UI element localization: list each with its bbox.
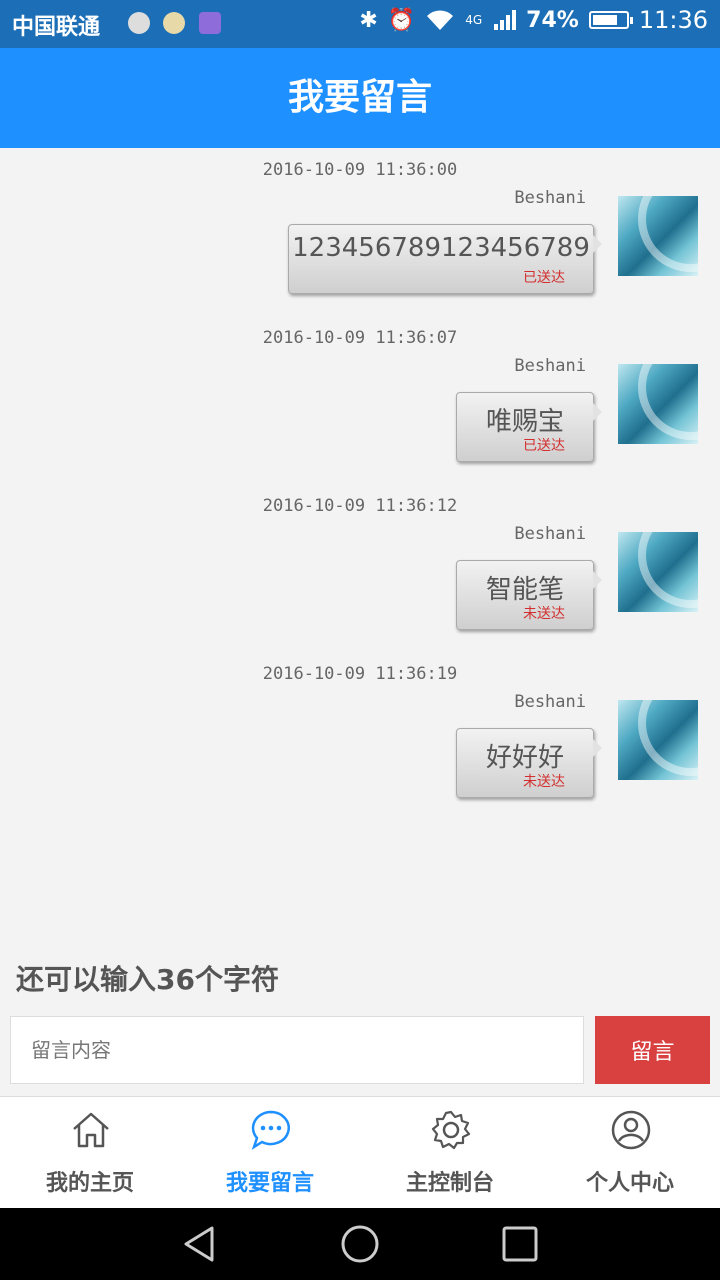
- remaining-characters: 还可以输入36个字符: [16, 963, 279, 996]
- network-type: 4G: [465, 13, 483, 27]
- tab-label: 我的主页: [45, 1171, 134, 1196]
- message-input[interactable]: [10, 1016, 584, 1084]
- tab-message[interactable]: 我要留言: [180, 1097, 360, 1209]
- avatar[interactable]: [618, 364, 698, 444]
- battery-icon: [588, 11, 633, 29]
- system-nav-bar: [0, 1208, 720, 1280]
- message-item: 2016-10-09 11:36:19 Beshani 好好好 未送达: [0, 652, 720, 820]
- delivery-status: 已送达: [523, 270, 565, 286]
- message-bubble[interactable]: 好好好 未送达: [456, 728, 602, 798]
- message-time: 2016-10-09 11:36:07: [262, 328, 458, 348]
- gallery-notification-icon: [199, 12, 221, 34]
- message-user: Beshani: [514, 356, 586, 376]
- home-icon: [73, 1112, 109, 1148]
- message-time: 2016-10-09 11:36:19: [262, 664, 458, 684]
- battery-percent: 74%: [526, 7, 579, 33]
- message-text: 智能笔: [485, 575, 564, 605]
- tab-label: 个人中心: [585, 1171, 674, 1196]
- message-bubble[interactable]: 唯赐宝 已送达: [456, 392, 602, 462]
- tab-home[interactable]: 我的主页: [0, 1097, 180, 1209]
- send-message-button[interactable]: 留言: [595, 1016, 710, 1084]
- message-text: 好好好: [485, 743, 564, 773]
- user-icon: [611, 1110, 651, 1150]
- qq-notification-icon: [128, 12, 150, 34]
- carrier-name: 中国联通: [12, 15, 101, 40]
- bottom-tab-bar: 我的主页 我要留言 主控制台 个人中心: [0, 1096, 720, 1209]
- gear-icon: [431, 1110, 471, 1150]
- message-item: 2016-10-09 11:36:00 Beshani 123456789123…: [0, 148, 720, 316]
- tab-profile[interactable]: 个人中心: [540, 1097, 720, 1209]
- tab-label: 我要留言: [225, 1171, 314, 1196]
- delivery-status: 已送达: [523, 438, 565, 454]
- wifi-icon: [427, 10, 454, 30]
- message-text: 123456789123456789: [292, 233, 590, 263]
- message-list[interactable]: 2016-10-09 11:36:00 Beshani 123456789123…: [0, 148, 720, 948]
- page-title: 我要留言: [0, 48, 720, 148]
- message-user: Beshani: [514, 188, 586, 208]
- message-bubble[interactable]: 智能笔 未送达: [456, 560, 602, 630]
- avatar[interactable]: [618, 700, 698, 780]
- status-bar: 中国联通 ✱ ⏰ 4G 74% 11:36: [0, 0, 720, 48]
- home-nav-icon[interactable]: [340, 1224, 380, 1264]
- bluetooth-icon: ✱: [359, 7, 378, 33]
- message-time: 2016-10-09 11:36:00: [262, 160, 458, 180]
- back-icon[interactable]: [180, 1224, 220, 1264]
- chat-icon: [251, 1110, 290, 1150]
- message-item: 2016-10-09 11:36:07 Beshani 唯赐宝 已送达: [0, 316, 720, 484]
- message-time: 2016-10-09 11:36:12: [262, 496, 458, 516]
- message-bubble[interactable]: 123456789123456789 已送达: [288, 224, 602, 294]
- message-text: 唯赐宝: [485, 407, 564, 437]
- app-notification-icon: [163, 12, 185, 34]
- alarm-icon: ⏰: [387, 7, 416, 33]
- signal-icon: [494, 10, 517, 30]
- clock: 11:36: [638, 6, 708, 34]
- message-user: Beshani: [514, 692, 586, 712]
- delivery-status: 未送达: [523, 606, 565, 622]
- message-user: Beshani: [514, 524, 586, 544]
- tab-console[interactable]: 主控制台: [360, 1097, 540, 1209]
- recents-icon[interactable]: [500, 1224, 540, 1264]
- delivery-status: 未送达: [523, 774, 565, 790]
- avatar[interactable]: [618, 532, 698, 612]
- avatar[interactable]: [618, 196, 698, 276]
- message-item: 2016-10-09 11:36:12 Beshani 智能笔 未送达: [0, 484, 720, 652]
- tab-label: 主控制台: [405, 1171, 494, 1196]
